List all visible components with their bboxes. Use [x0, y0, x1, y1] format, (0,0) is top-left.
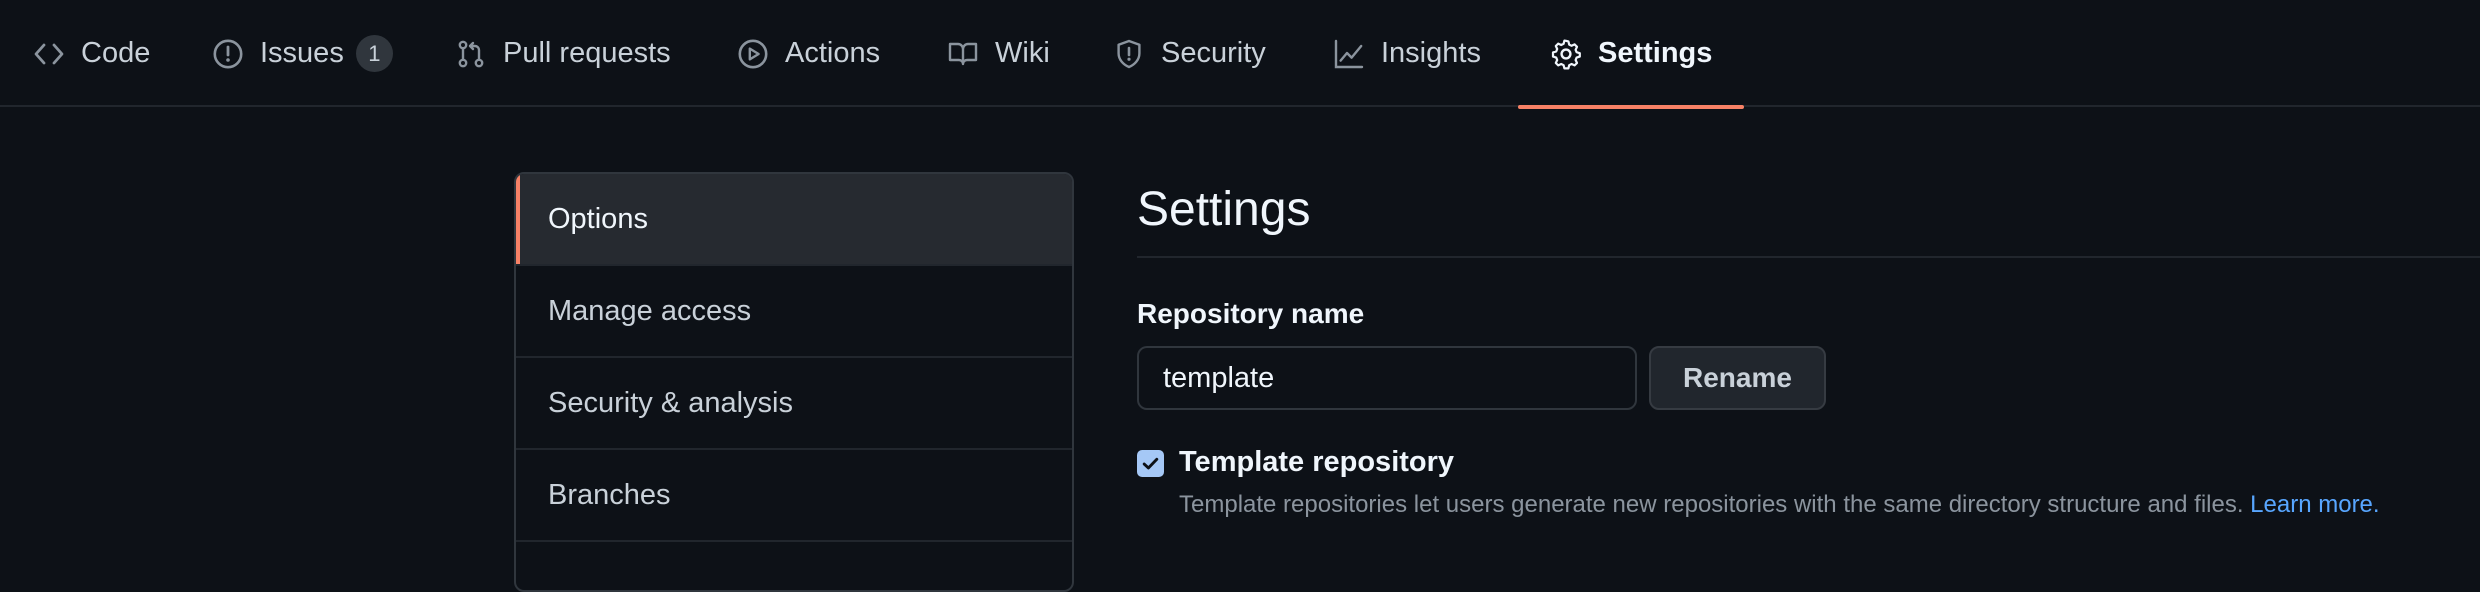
- book-icon: [947, 38, 979, 70]
- settings-main: Settings Repository name Rename Template…: [1137, 172, 2480, 519]
- menu-item-options[interactable]: Options: [516, 174, 1072, 266]
- play-icon: [737, 38, 769, 70]
- tab-settings-label: Settings: [1598, 37, 1713, 69]
- tab-actions[interactable]: Actions: [737, 0, 880, 107]
- template-repository-text: Template repository Template repositorie…: [1179, 446, 2380, 519]
- template-repository-description-text: Template repositories let users generate…: [1179, 491, 2244, 518]
- menu-item-label: Security & analysis: [548, 386, 793, 419]
- menu-item-security-analysis[interactable]: Security & analysis: [516, 358, 1072, 450]
- check-icon: [1142, 457, 1159, 470]
- tab-actions-label: Actions: [785, 37, 881, 69]
- tab-security-label: Security: [1161, 37, 1266, 69]
- tab-wiki-label: Wiki: [995, 37, 1050, 69]
- settings-menu: Options Manage access Security & analysi…: [514, 172, 1074, 592]
- graph-icon: [1333, 38, 1365, 70]
- rename-button[interactable]: Rename: [1649, 346, 1826, 410]
- menu-item-label: Manage access: [548, 294, 752, 327]
- menu-item-branches[interactable]: Branches: [516, 450, 1072, 542]
- page-title: Settings: [1137, 172, 2480, 258]
- tab-issues-label: Issues: [260, 37, 344, 69]
- tab-issues[interactable]: Issues 1: [212, 0, 393, 107]
- tab-pull-requests[interactable]: Pull requests: [455, 0, 671, 107]
- shield-icon: [1113, 38, 1145, 70]
- issues-count-badge: 1: [355, 35, 393, 72]
- code-icon: [33, 38, 65, 70]
- repository-name-label: Repository name: [1137, 298, 1365, 329]
- repository-name-input[interactable]: [1137, 346, 1637, 410]
- menu-item-label: Branches: [548, 478, 671, 511]
- tab-code[interactable]: Code: [33, 0, 150, 107]
- template-repository-checkbox[interactable]: [1137, 450, 1164, 477]
- tab-insights-label: Insights: [1381, 37, 1481, 69]
- template-repository-description: Template repositories let users generate…: [1179, 491, 2380, 519]
- tab-wiki[interactable]: Wiki: [947, 0, 1050, 107]
- learn-more-link[interactable]: Learn more.: [2250, 491, 2379, 518]
- menu-item-label: Options: [548, 202, 648, 235]
- tab-settings[interactable]: Settings: [1517, 0, 1745, 109]
- tab-insights[interactable]: Insights: [1333, 0, 1481, 107]
- menu-item-manage-access[interactable]: Manage access: [516, 266, 1072, 358]
- git-pull-request-icon: [455, 38, 487, 70]
- repo-nav: Code Issues 1 Pull requests Actions Wiki…: [0, 0, 2480, 109]
- tab-code-label: Code: [81, 37, 151, 69]
- template-repository-label: Template repository: [1179, 446, 1455, 478]
- gear-icon: [1550, 38, 1582, 70]
- repository-name-row: Rename: [1137, 346, 2480, 410]
- template-repository-option: Template repository Template repositorie…: [1137, 446, 2480, 519]
- issue-opened-icon: [212, 38, 244, 70]
- tab-security[interactable]: Security: [1113, 0, 1266, 107]
- tab-pull-requests-label: Pull requests: [503, 37, 671, 69]
